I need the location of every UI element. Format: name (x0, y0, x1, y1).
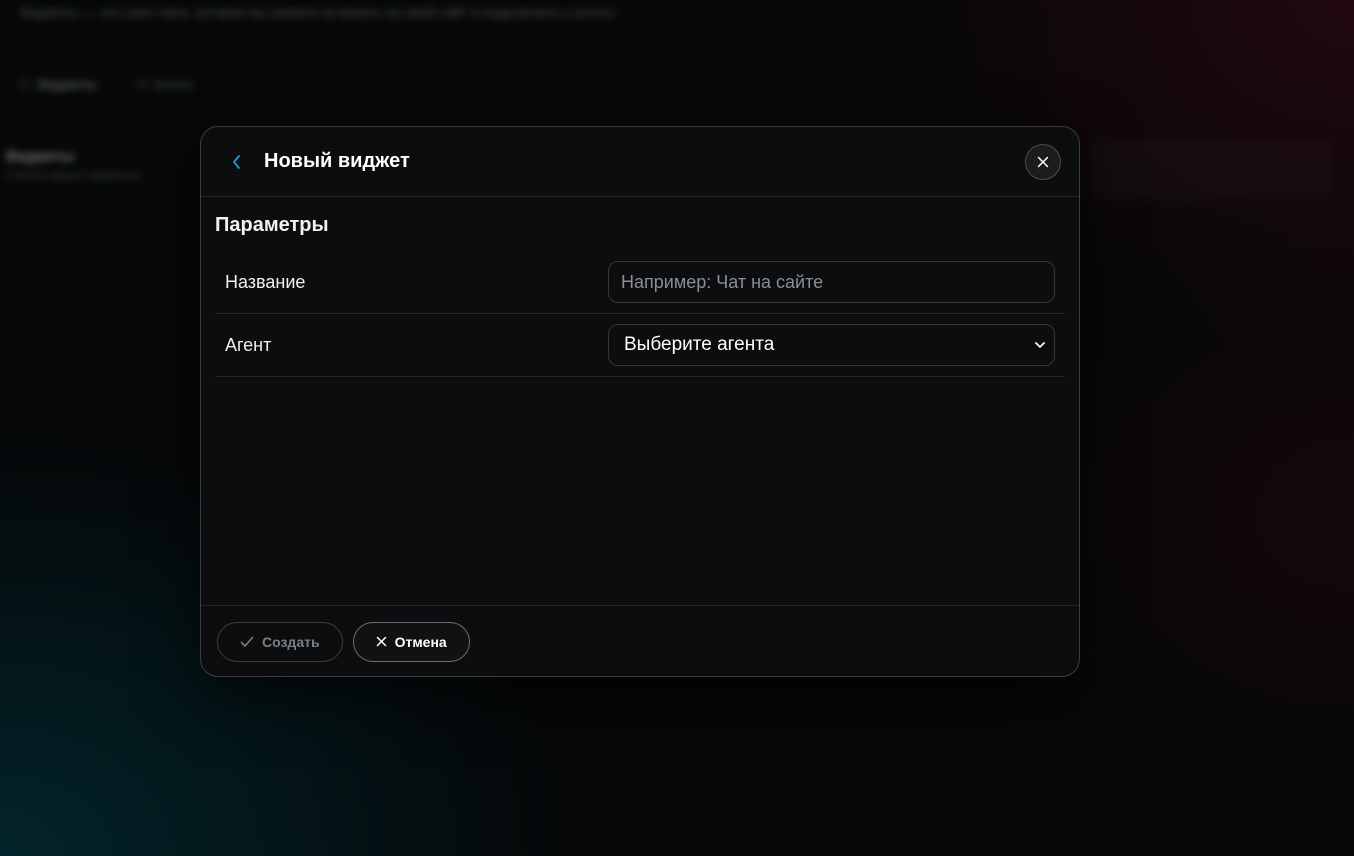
close-icon (376, 636, 386, 647)
tab-icon (136, 79, 147, 89)
form-row-name: Название (215, 251, 1065, 314)
name-input[interactable] (608, 261, 1055, 303)
background-section-title: Виджеты (6, 148, 75, 165)
cancel-button[interactable]: Отмена (352, 621, 470, 662)
new-widget-dialog: Новый виджет Параметры Название Агент Вы… (200, 126, 1080, 677)
dialog-header: Новый виджет (201, 127, 1079, 197)
chevron-down-icon (1035, 342, 1045, 348)
background-tab-blocks: Блоки (136, 76, 194, 92)
dialog-body: Параметры Название Агент Выберите агента (201, 197, 1079, 606)
background-description: Виджеты — это окно чата, которое вы може… (20, 4, 616, 20)
agent-select[interactable]: Выберите агента (608, 324, 1055, 366)
background-divider (0, 115, 1354, 116)
create-button[interactable]: Создать (217, 621, 343, 662)
section-title: Параметры (215, 214, 329, 236)
background-tab-widgets: Виджеты (20, 76, 97, 92)
agent-label: Агент (225, 334, 272, 355)
name-label: Название (225, 271, 306, 292)
check-icon (240, 636, 254, 647)
background-card (1090, 140, 1330, 200)
close-button[interactable] (1025, 143, 1061, 180)
close-icon (1037, 156, 1049, 167)
dialog-title: Новый виджет (264, 150, 410, 172)
background-tab-label: Блоки (154, 76, 194, 92)
agent-select-value: Выберите агента (624, 334, 775, 355)
chevron-left-icon (233, 154, 240, 169)
dialog-footer: Создать Отмена (201, 606, 1079, 676)
form-row-agent: Агент Выберите агента (215, 314, 1065, 377)
background-tab-label: Виджеты (38, 76, 97, 92)
background-tabs: Виджеты Блоки (20, 76, 194, 92)
tab-icon (20, 79, 30, 89)
cancel-button-label: Отмена (394, 633, 447, 650)
background-section-subtitle: Список ваших виджетов (6, 168, 141, 182)
create-button-label: Создать (262, 633, 320, 650)
back-button[interactable] (228, 151, 246, 173)
